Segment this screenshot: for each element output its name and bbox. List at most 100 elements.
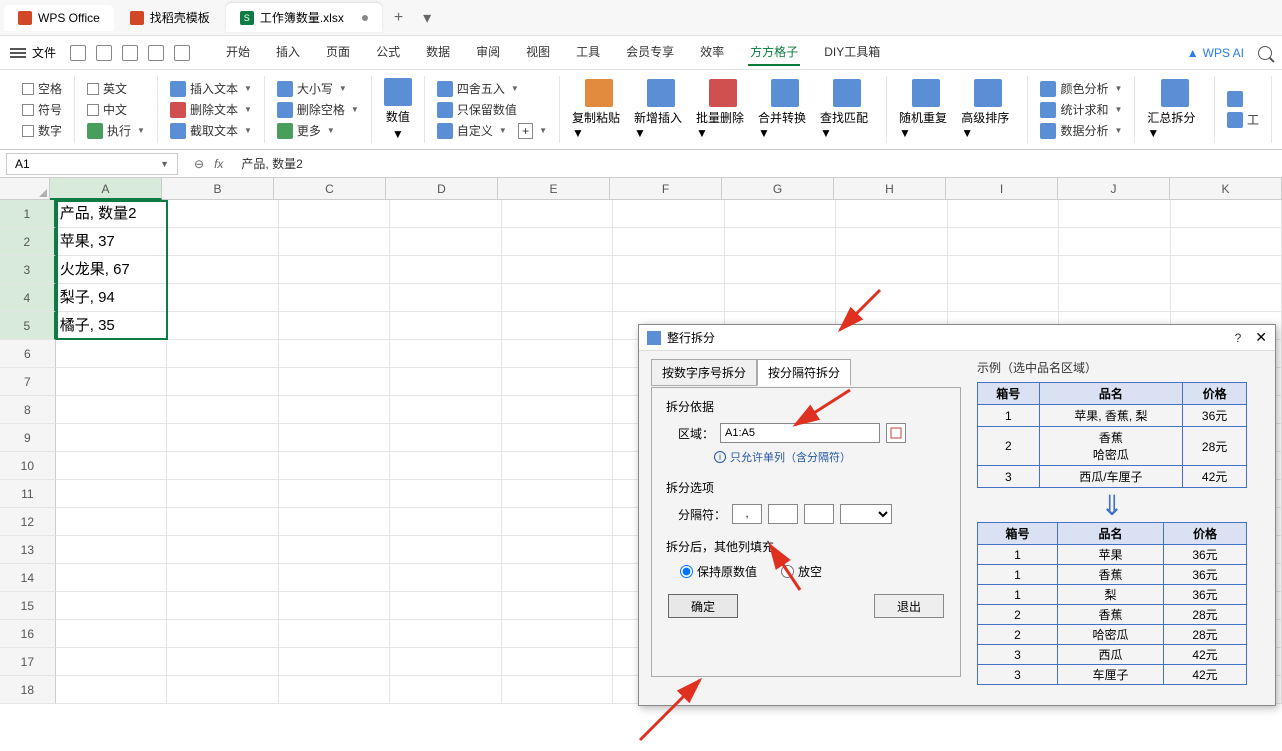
cell-B2[interactable]: [167, 228, 278, 256]
menu-member[interactable]: 会员专享: [624, 39, 676, 66]
row-header-18[interactable]: 18: [0, 676, 56, 704]
cell-D7[interactable]: [390, 368, 501, 396]
cell-E7[interactable]: [502, 368, 613, 396]
cell-B15[interactable]: [167, 592, 278, 620]
btn-extract-text[interactable]: 截取文本▼: [170, 122, 252, 139]
radio-keep[interactable]: 保持原数值: [680, 563, 757, 580]
cell-E8[interactable]: [502, 396, 613, 424]
menu-diy[interactable]: DIY工具箱: [822, 39, 882, 66]
row-header-8[interactable]: 8: [0, 396, 56, 424]
cell-A9[interactable]: [56, 424, 167, 452]
exit-button[interactable]: 退出: [874, 594, 944, 618]
cell-B17[interactable]: [167, 648, 278, 676]
cell-C13[interactable]: [279, 536, 390, 564]
dialog-help-button[interactable]: ?: [1235, 331, 1242, 345]
cell-E2[interactable]: [502, 228, 613, 256]
cell-A1[interactable]: 产品, 数量2: [56, 200, 167, 228]
cell-C10[interactable]: [279, 452, 390, 480]
row-header-3[interactable]: 3: [0, 256, 56, 284]
col-header-H[interactable]: H: [834, 178, 946, 200]
col-header-E[interactable]: E: [498, 178, 610, 200]
tab-templates[interactable]: 找稻壳模板: [116, 3, 224, 32]
cell-B11[interactable]: [167, 480, 278, 508]
row-header-2[interactable]: 2: [0, 228, 56, 256]
btn-tool-label[interactable]: 工: [1227, 111, 1259, 128]
cell-B14[interactable]: [167, 564, 278, 592]
cell-E13[interactable]: [502, 536, 613, 564]
col-header-I[interactable]: I: [946, 178, 1058, 200]
cell-A13[interactable]: [56, 536, 167, 564]
cell-C1[interactable]: [279, 200, 390, 228]
cell-E4[interactable]: [502, 284, 613, 312]
dialog-tab-by-number[interactable]: 按数字序号拆分: [651, 359, 757, 386]
btn-insert-text[interactable]: 插入文本▼: [170, 80, 252, 97]
cell-F1[interactable]: [613, 200, 724, 228]
row-header-4[interactable]: 4: [0, 284, 56, 312]
cell-E3[interactable]: [502, 256, 613, 284]
cell-B9[interactable]: [167, 424, 278, 452]
btn-merge-convert[interactable]: 合并转换▼: [758, 79, 812, 140]
cell-C4[interactable]: [279, 284, 390, 312]
qat-print-icon[interactable]: [96, 45, 112, 61]
btn-copy-paste[interactable]: 复制粘贴▼: [572, 79, 626, 140]
qat-save-icon[interactable]: [70, 45, 86, 61]
btn-find-match[interactable]: 查找匹配▼: [820, 79, 874, 140]
cell-I2[interactable]: [948, 228, 1059, 256]
menu-review[interactable]: 审阅: [474, 39, 502, 66]
formula-input[interactable]: 产品, 数量2: [233, 155, 1282, 172]
cell-H2[interactable]: [836, 228, 947, 256]
cell-G4[interactable]: [725, 284, 836, 312]
menu-data[interactable]: 数据: [424, 39, 452, 66]
chk-blank[interactable]: 空格: [22, 80, 62, 97]
menu-start[interactable]: 开始: [224, 39, 252, 66]
search-icon[interactable]: [1258, 46, 1272, 60]
menu-ffgz[interactable]: 方方格子: [748, 39, 800, 66]
cell-C12[interactable]: [279, 508, 390, 536]
cell-H1[interactable]: [836, 200, 947, 228]
col-header-J[interactable]: J: [1058, 178, 1170, 200]
cell-A11[interactable]: [56, 480, 167, 508]
cell-K3[interactable]: [1171, 256, 1282, 284]
cell-J4[interactable]: [1059, 284, 1170, 312]
cell-C16[interactable]: [279, 620, 390, 648]
col-header-F[interactable]: F: [610, 178, 722, 200]
cell-D2[interactable]: [390, 228, 501, 256]
cell-A4[interactable]: 梨子, 94: [56, 284, 167, 312]
chk-english[interactable]: 英文: [87, 80, 145, 97]
cell-D11[interactable]: [390, 480, 501, 508]
cell-B13[interactable]: [167, 536, 278, 564]
row-header-16[interactable]: 16: [0, 620, 56, 648]
row-header-6[interactable]: 6: [0, 340, 56, 368]
cell-J2[interactable]: [1059, 228, 1170, 256]
menu-formula[interactable]: 公式: [374, 39, 402, 66]
cell-E15[interactable]: [502, 592, 613, 620]
radio-empty[interactable]: 放空: [781, 563, 822, 580]
btn-sort[interactable]: 高级排序▼: [961, 79, 1015, 140]
cell-C17[interactable]: [279, 648, 390, 676]
row-header-9[interactable]: 9: [0, 424, 56, 452]
cell-I4[interactable]: [948, 284, 1059, 312]
cell-E14[interactable]: [502, 564, 613, 592]
btn-batch-delete[interactable]: 批量删除▼: [696, 79, 750, 140]
qat-redo-icon[interactable]: [174, 45, 190, 61]
cell-D5[interactable]: [390, 312, 501, 340]
cell-A5[interactable]: 橘子, 35: [56, 312, 167, 340]
cell-H3[interactable]: [836, 256, 947, 284]
btn-round[interactable]: 四舍五入▼: [437, 80, 547, 97]
btn-delete-text[interactable]: 删除文本▼: [170, 101, 252, 118]
cell-D9[interactable]: [390, 424, 501, 452]
radio-keep-input[interactable]: [680, 565, 693, 578]
cell-A18[interactable]: [56, 676, 167, 704]
cell-C9[interactable]: [279, 424, 390, 452]
cell-E11[interactable]: [502, 480, 613, 508]
menu-insert[interactable]: 插入: [274, 39, 302, 66]
cell-D8[interactable]: [390, 396, 501, 424]
cell-D14[interactable]: [390, 564, 501, 592]
menu-efficiency[interactable]: 效率: [698, 39, 726, 66]
cell-E9[interactable]: [502, 424, 613, 452]
btn-keep-value[interactable]: 只保留数值: [437, 101, 547, 118]
cell-A16[interactable]: [56, 620, 167, 648]
cell-C8[interactable]: [279, 396, 390, 424]
cell-F4[interactable]: [613, 284, 724, 312]
dialog-tab-by-separator[interactable]: 按分隔符拆分: [757, 359, 851, 386]
